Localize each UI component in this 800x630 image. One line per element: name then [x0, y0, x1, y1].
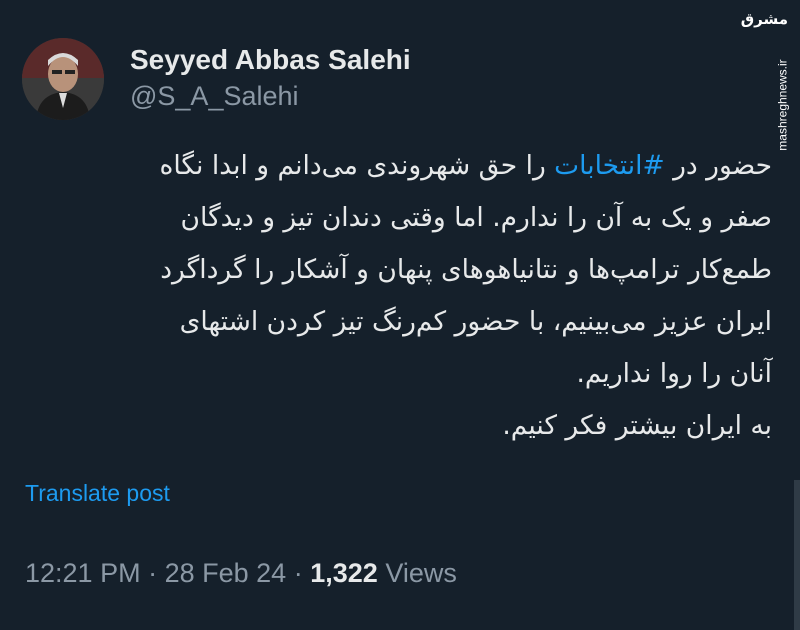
tweet-card: Seyyed Abbas Salehi @S_A_Salehi حضور در … [0, 0, 800, 630]
tweet-time[interactable]: 12:21 PM [25, 558, 141, 588]
author-name[interactable]: Seyyed Abbas Salehi [130, 44, 411, 76]
views-label: Views [385, 558, 457, 588]
views-count[interactable]: 1,322 [310, 558, 378, 588]
tweet-line: طمع‌کار ترامپ‌ها و نتانیاهوهای پنهان و آ… [160, 254, 772, 285]
author-handle[interactable]: @S_A_Salehi [130, 81, 299, 112]
scrollbar[interactable] [794, 480, 800, 630]
tweet-meta: 12:21 PM · 28 Feb 24 · 1,322 Views [25, 558, 457, 589]
meta-separator: · [293, 558, 303, 588]
hashtag-link[interactable]: #انتخابات [554, 150, 665, 181]
tweet-line: حضور در #انتخابات را حق شهروندی می‌دانم … [20, 140, 772, 192]
translate-post-link[interactable]: Translate post [25, 480, 170, 507]
watermark-url: mashreghnews.ir [775, 59, 790, 151]
tweet-line: صفر و یک به آن را ندارم. اما وقتی دندان … [180, 202, 772, 233]
tweet-date[interactable]: 28 Feb 24 [165, 558, 287, 588]
tweet-line: آنان را روا نداریم. [576, 358, 772, 389]
avatar[interactable] [22, 38, 104, 120]
watermark: مشرق mashreghnews.ir [741, 10, 790, 160]
tweet-text: حضور در #انتخابات را حق شهروندی می‌دانم … [20, 140, 772, 452]
watermark-logo: مشرق [740, 10, 788, 28]
tweet-line: ایران عزیز می‌بینیم، با حضور کم‌رنگ تیز … [179, 306, 772, 337]
tweet-line-text: را حق شهروندی می‌دانم و ابدا نگاه [159, 150, 555, 181]
meta-separator: · [148, 558, 158, 588]
avatar-image [22, 38, 104, 120]
tweet-line: به ایران بیشتر فکر کنیم. [502, 410, 772, 441]
